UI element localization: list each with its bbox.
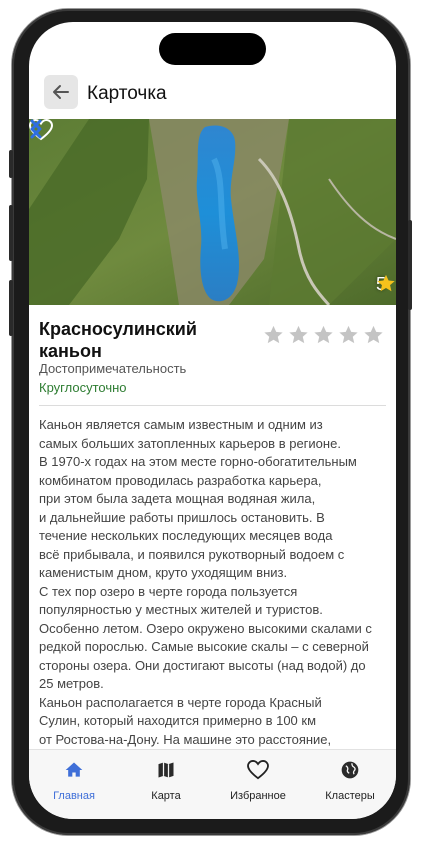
rating-star-icon[interactable] [313, 325, 334, 345]
phone-side-button [9, 280, 13, 336]
home-icon [65, 762, 83, 777]
globe-icon [341, 761, 359, 779]
divider [39, 405, 386, 406]
nav-item-map[interactable]: Карта [121, 760, 211, 802]
map-icon [158, 762, 174, 778]
photo-carousel[interactable]: 5 [29, 119, 396, 305]
description-line: всё прибывала, и появился рукотворный во… [39, 546, 345, 562]
user-rating-stars[interactable] [263, 325, 384, 345]
photo-rating-badge: 5 [376, 274, 395, 295]
nav-item-home[interactable]: Главная [29, 760, 119, 802]
arrow-left-icon [53, 85, 69, 99]
description-line: от Ростова-на-Дону. На машине это рассто… [39, 731, 332, 747]
nav-label: Кластеры [325, 790, 375, 802]
place-category: Достопримечательность [39, 361, 187, 376]
app-screen: Карточка Красносулинский каньон Достопри… [29, 22, 396, 819]
page-title: Карточка [87, 83, 167, 104]
nav-label: Главная [53, 790, 95, 802]
description-line: при этом была задета мощная водяная жила… [39, 491, 316, 506]
rating-star-icon[interactable] [263, 325, 284, 345]
phone-side-button [9, 205, 13, 261]
place-description: Каньон является самым известным и одним … [39, 416, 389, 749]
place-name: Красносулинский каньон [39, 319, 197, 361]
nav-item-clusters[interactable]: Кластеры [305, 760, 395, 802]
star-filled-icon [377, 274, 395, 292]
description-line: самых больших затопленных карьеров в рег… [39, 435, 341, 451]
rating-star-icon[interactable] [363, 325, 384, 345]
description-line: редкой порослью. Самые высокие скалы – с… [39, 639, 369, 654]
description-line: Особенно летом. Озеро окружено высокими … [39, 620, 372, 636]
app-header: Карточка [29, 73, 396, 117]
dynamic-island [159, 33, 266, 65]
rating-star-icon[interactable] [338, 325, 359, 345]
phone-side-button [408, 220, 412, 310]
heart-icon [247, 759, 269, 780]
description-line: Сулин, который находится примерно в 100 … [39, 713, 317, 728]
description-line: популярностью у местных жителей и турист… [39, 602, 323, 617]
description-line: В 1970-х годах на этом месте горно-обога… [39, 454, 357, 469]
description-line: каменистым дном, круто уходящим вниз. [39, 565, 288, 580]
canyon-photo [29, 119, 396, 305]
phone-side-button [9, 150, 13, 178]
nav-label: Избранное [230, 790, 286, 802]
description-line: комбинатом проводилась разработка карьер… [39, 472, 322, 488]
description-line: течение нескольких последующих месяцев в… [39, 528, 333, 543]
description-line: Каньон располагается в черте города Крас… [39, 694, 322, 710]
back-button[interactable] [44, 75, 78, 109]
bottom-nav: Главная Карта Избранное Кластеры [29, 749, 396, 819]
rating-star-icon[interactable] [288, 325, 309, 345]
opening-hours: Круглосуточно [39, 380, 127, 395]
description-line: Каньон является самым известным и одним … [39, 417, 323, 432]
description-line: 25 метров. [39, 676, 104, 691]
nav-label: Карта [151, 790, 181, 802]
carousel-next-icon[interactable] [29, 119, 43, 139]
description-line: С тех пор озеро в черте города пользуетс… [39, 583, 298, 599]
description-line: и дальнейшие работы пришлось остановить.… [39, 509, 325, 525]
nav-item-favorites[interactable]: Избранное [213, 759, 303, 802]
description-line: стороны озера. Они достигают высоты (над… [39, 657, 366, 673]
